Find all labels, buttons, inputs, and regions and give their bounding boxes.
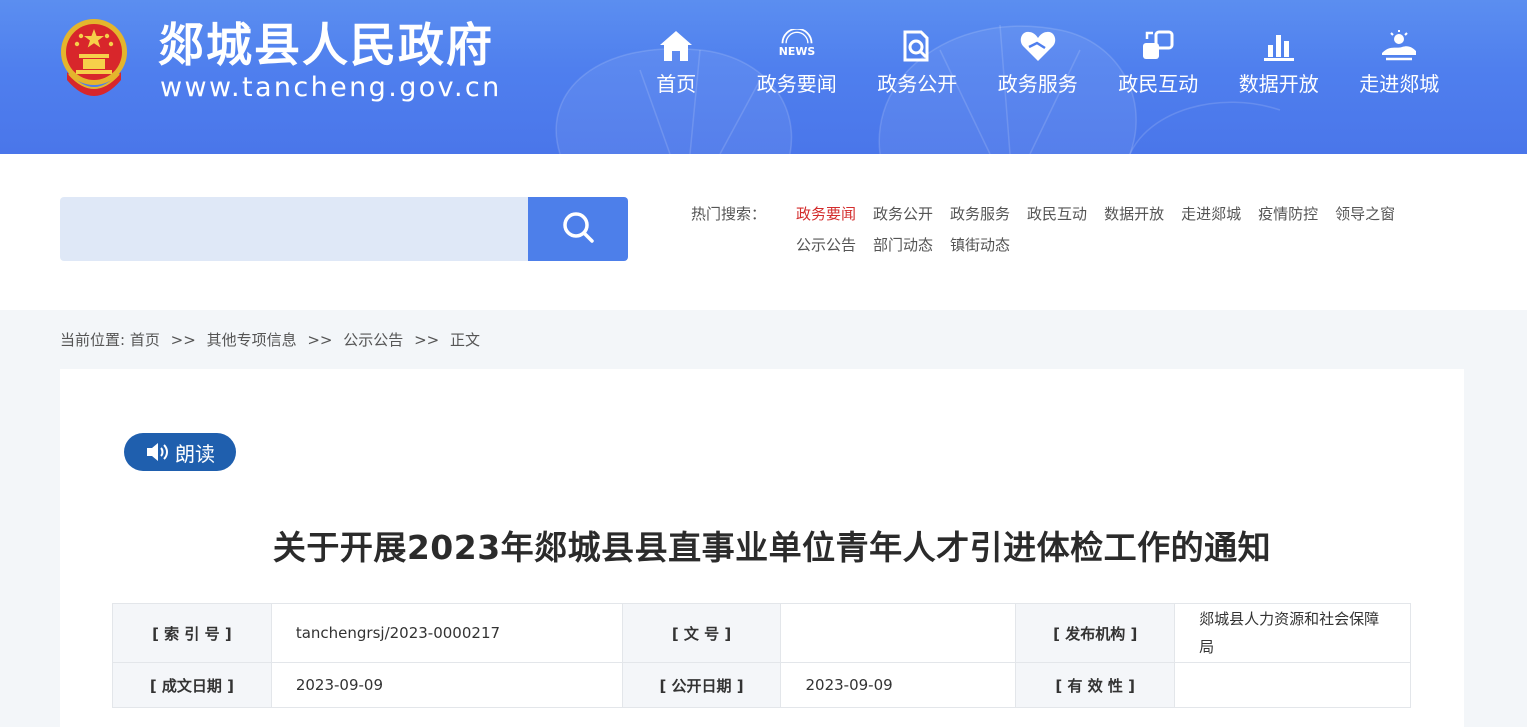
hot-link-about[interactable]: 走进郯城 — [1181, 204, 1241, 224]
hot-link-leaders[interactable]: 领导之窗 — [1335, 204, 1395, 224]
speaker-icon — [147, 443, 168, 461]
nav-label: 走进郯城 — [1359, 72, 1440, 96]
meta-row: [ 索 引 号 ] tanchengrsj/2023-0000217 [ 文 号… — [112, 603, 1411, 663]
breadcrumb-other-info[interactable]: 其他专项信息 — [207, 330, 297, 350]
search-input[interactable] — [60, 197, 528, 261]
breadcrumb-separator: >> — [414, 331, 440, 349]
meta-key-created: [ 成文日期 ] — [112, 662, 272, 708]
breadcrumb-prefix: 当前位置: — [60, 331, 126, 349]
nav-item-about[interactable]: 走进郯城 — [1339, 26, 1460, 98]
nav-label: 首页 — [656, 72, 697, 96]
breadcrumb-separator: >> — [170, 331, 196, 349]
read-aloud-button[interactable]: 朗读 — [124, 433, 236, 471]
nav-item-services[interactable]: 政务服务 — [978, 26, 1099, 98]
nav-item-open-data[interactable]: 数据开放 — [1219, 26, 1340, 98]
hot-link-services[interactable]: 政务服务 — [950, 204, 1010, 224]
news-icon: NEWS — [777, 26, 817, 66]
nav-item-news[interactable]: NEWS 政务要闻 — [737, 26, 858, 98]
article-meta-table: [ 索 引 号 ] tanchengrsj/2023-0000217 [ 文 号… — [112, 603, 1411, 708]
breadcrumb-notices[interactable]: 公示公告 — [343, 330, 403, 350]
site-url[interactable]: www.tancheng.gov.cn — [160, 72, 502, 104]
hot-search-links: 政务要闻 政务公开 政务服务 政民互动 数据开放 走进郯城 疫情防控 领导之窗公示公告 部门动态… — [796, 204, 1456, 266]
meta-key-docno: [ 文 号 ] — [621, 603, 782, 663]
search-button[interactable] — [528, 197, 628, 261]
hot-link-open-data[interactable]: 数据开放 — [1104, 204, 1164, 224]
landscape-icon — [1379, 26, 1419, 66]
nav-label: 政务公开 — [877, 72, 958, 96]
hot-link-department-news[interactable]: 部门动态 — [873, 235, 933, 255]
meta-key-index: [ 索 引 号 ] — [112, 603, 272, 663]
article-title: 关于开展2023年郯城县县直事业单位青年人才引进体检工作的通知 — [272, 528, 1272, 567]
hot-link-interaction[interactable]: 政民互动 — [1027, 204, 1087, 224]
site-title[interactable]: 郯城县人民政府 — [158, 17, 494, 73]
meta-key-published: [ 公开日期 ] — [621, 662, 782, 708]
meta-value-docno — [780, 603, 1017, 663]
hot-link-open-affairs[interactable]: 政务公开 — [873, 204, 933, 224]
interaction-icon — [1138, 26, 1178, 66]
nav-item-open-affairs[interactable]: 政务公开 — [857, 26, 978, 98]
nav-item-home[interactable]: 首页 — [616, 26, 737, 98]
breadcrumb-home[interactable]: 首页 — [130, 330, 160, 350]
hot-link-epidemic[interactable]: 疫情防控 — [1258, 204, 1318, 224]
meta-value-publisher: 郯城县人力资源和社会保障局 — [1174, 603, 1411, 663]
hot-link-town-news[interactable]: 镇街动态 — [950, 235, 1010, 255]
home-icon — [656, 26, 696, 66]
document-search-icon — [897, 26, 937, 66]
meta-key-validity: [ 有 效 性 ] — [1015, 662, 1176, 708]
search-icon — [560, 209, 596, 249]
hot-search-label: 热门搜索： — [691, 205, 767, 223]
nav-label: 政务要闻 — [756, 72, 837, 96]
search-band: 热门搜索： 政务要闻 政务公开 政务服务 政民互动 数据开放 走进郯城 疫情防控 领导之窗公示… — [0, 154, 1527, 310]
heart-hand-icon — [1018, 26, 1058, 66]
meta-value-index: tanchengrsj/2023-0000217 — [270, 603, 623, 663]
hot-link-news[interactable]: 政务要闻 — [796, 204, 856, 224]
meta-value-validity — [1174, 662, 1411, 708]
site-header: 郯城县人民政府 www.tancheng.gov.cn 首页 NEWS 政务要闻 — [0, 0, 1527, 154]
breadcrumb: 当前位置: 首页 >> 其他专项信息 >> 公示公告 >> 正文 — [60, 330, 480, 350]
main-nav: 首页 NEWS 政务要闻 政务公开 政务服务 政民互动 数据开放 走进郯城 — [616, 26, 1460, 98]
nav-label: 政民互动 — [1118, 72, 1199, 96]
national-emblem-logo — [61, 19, 127, 96]
meta-row: [ 成文日期 ] 2023-09-09 [ 公开日期 ] 2023-09-09 … — [112, 662, 1411, 708]
breadcrumb-separator: >> — [307, 331, 333, 349]
read-aloud-label: 朗读 — [175, 441, 215, 466]
breadcrumb-current: 正文 — [450, 331, 481, 349]
nav-item-interaction[interactable]: 政民互动 — [1098, 26, 1219, 98]
meta-key-publisher: [ 发布机构 ] — [1015, 603, 1176, 663]
hot-link-notices[interactable]: 公示公告 — [796, 235, 856, 255]
news-icon-text: NEWS — [779, 45, 816, 58]
nav-label: 数据开放 — [1238, 72, 1319, 96]
article-card: 朗读 关于开展2023年郯城县县直事业单位青年人才引进体检工作的通知 [ 索 引… — [60, 369, 1464, 727]
meta-value-published: 2023-09-09 — [780, 662, 1017, 708]
meta-value-created: 2023-09-09 — [270, 662, 623, 708]
nav-label: 政务服务 — [997, 72, 1078, 96]
bar-chart-icon — [1259, 26, 1299, 66]
